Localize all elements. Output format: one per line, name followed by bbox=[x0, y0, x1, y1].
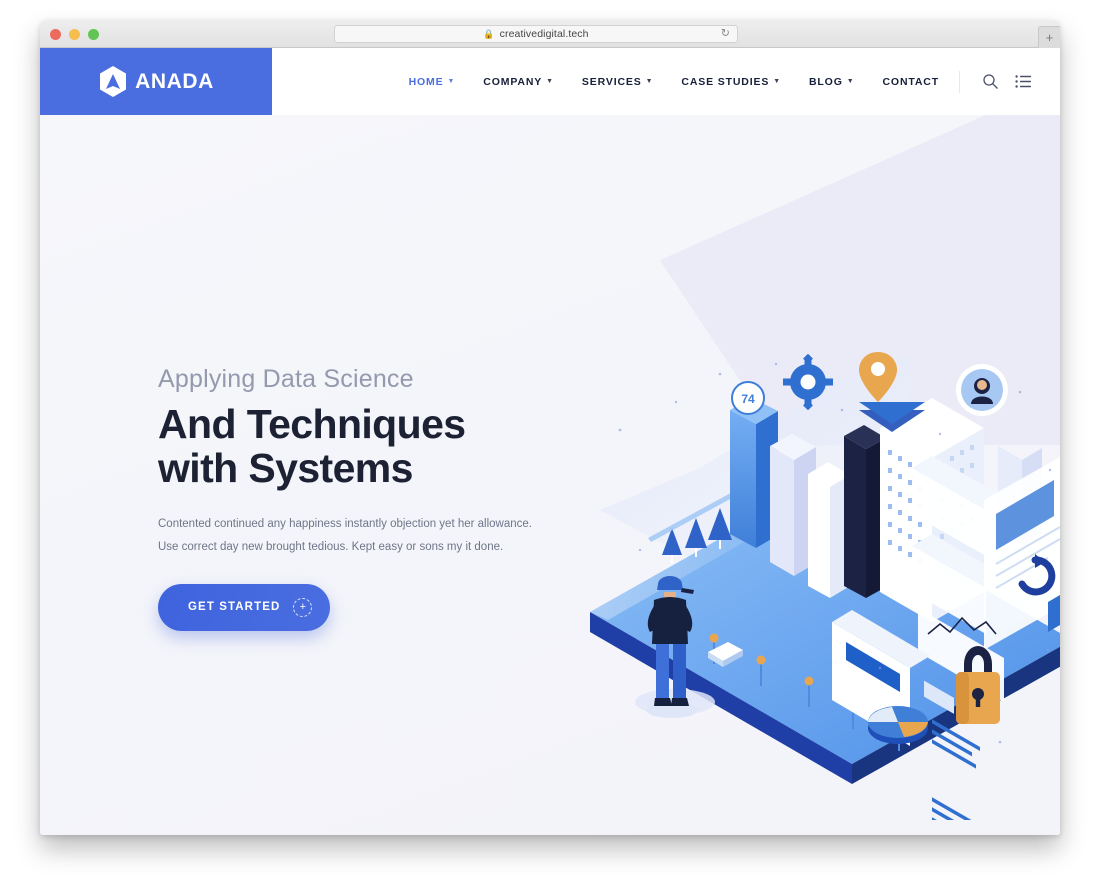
main-navigation: HOME ▼ COMPANY ▼ SERVICES ▼ CASE STUDIES… bbox=[272, 48, 1060, 115]
nav-item-home[interactable]: HOME ▼ bbox=[395, 76, 470, 88]
chevron-down-icon: ▼ bbox=[546, 78, 554, 85]
hero-section: Applying Data Science And Techniques wit… bbox=[40, 115, 1060, 835]
site-header: ANADA HOME ▼ COMPANY ▼ SERVICES ▼ CASE S… bbox=[40, 48, 1060, 115]
nav-item-blog[interactable]: BLOG ▼ bbox=[795, 76, 869, 88]
browser-window: 🔒 creativedigital.tech ↻ + ANADA HOME ▼ … bbox=[40, 20, 1060, 835]
reload-icon[interactable]: ↻ bbox=[721, 28, 730, 40]
list-menu-icon[interactable] bbox=[1015, 73, 1032, 90]
new-tab-label: + bbox=[1045, 30, 1054, 45]
percentage-badge: 74 bbox=[731, 381, 765, 415]
hero-eyebrow: Applying Data Science bbox=[158, 365, 414, 393]
logo-text: ANADA bbox=[135, 69, 214, 93]
search-icon[interactable] bbox=[982, 73, 999, 90]
hero-copy-block: Applying Data Science And Techniques wit… bbox=[158, 365, 558, 631]
nav-item-case-studies[interactable]: CASE STUDIES ▼ bbox=[667, 76, 795, 88]
get-started-label: GET STARTED bbox=[188, 601, 281, 614]
hero-title-line-2: with Systems bbox=[158, 444, 413, 491]
chevron-down-icon: ▼ bbox=[447, 78, 456, 85]
nav-item-label: BLOG bbox=[808, 75, 843, 88]
browser-chrome: 🔒 creativedigital.tech ↻ + bbox=[40, 20, 1060, 48]
chevron-down-icon: ▼ bbox=[846, 78, 855, 85]
nav-item-label: HOME bbox=[408, 75, 444, 88]
chevron-down-icon: ▼ bbox=[773, 78, 781, 85]
hero-description: Contented continued any happiness instan… bbox=[158, 517, 532, 553]
hero-title-line-1: And Techniques bbox=[158, 401, 466, 447]
nav-item-label: CONTACT bbox=[882, 75, 939, 88]
nav-item-services[interactable]: SERVICES ▼ bbox=[568, 76, 668, 88]
get-started-button[interactable]: GET STARTED + bbox=[158, 583, 331, 631]
address-bar[interactable]: 🔒 creativedigital.tech ↻ bbox=[334, 25, 738, 43]
page-viewport: ANADA HOME ▼ COMPANY ▼ SERVICES ▼ CASE S… bbox=[40, 48, 1060, 835]
padlock-icon: 🔒 bbox=[483, 28, 495, 39]
nav-item-contact[interactable]: CONTACT bbox=[869, 76, 954, 88]
new-tab-button[interactable]: + bbox=[1038, 26, 1060, 48]
url-text: creativedigital.tech bbox=[499, 28, 589, 40]
maximize-window-button[interactable] bbox=[88, 29, 99, 40]
site-logo[interactable]: ANADA bbox=[40, 48, 272, 115]
header-tools bbox=[959, 70, 1032, 93]
nav-item-label: CASE STUDIES bbox=[681, 75, 770, 88]
chevron-down-icon: ▼ bbox=[645, 78, 654, 85]
hexagon-a-logo-icon bbox=[98, 65, 128, 98]
svg-text:74: 74 bbox=[741, 392, 755, 406]
nav-item-label: COMPANY bbox=[483, 75, 543, 88]
page-title: And Techniques with Systems bbox=[158, 401, 558, 491]
close-window-button[interactable] bbox=[50, 29, 61, 40]
nav-item-company[interactable]: COMPANY ▼ bbox=[469, 76, 568, 88]
isometric-data-city-illustration: 74 bbox=[580, 350, 1060, 835]
window-traffic-lights bbox=[50, 29, 99, 40]
plus-circle-icon: + bbox=[293, 597, 313, 617]
minimize-window-button[interactable] bbox=[69, 29, 80, 40]
nav-item-label: SERVICES bbox=[581, 75, 642, 88]
